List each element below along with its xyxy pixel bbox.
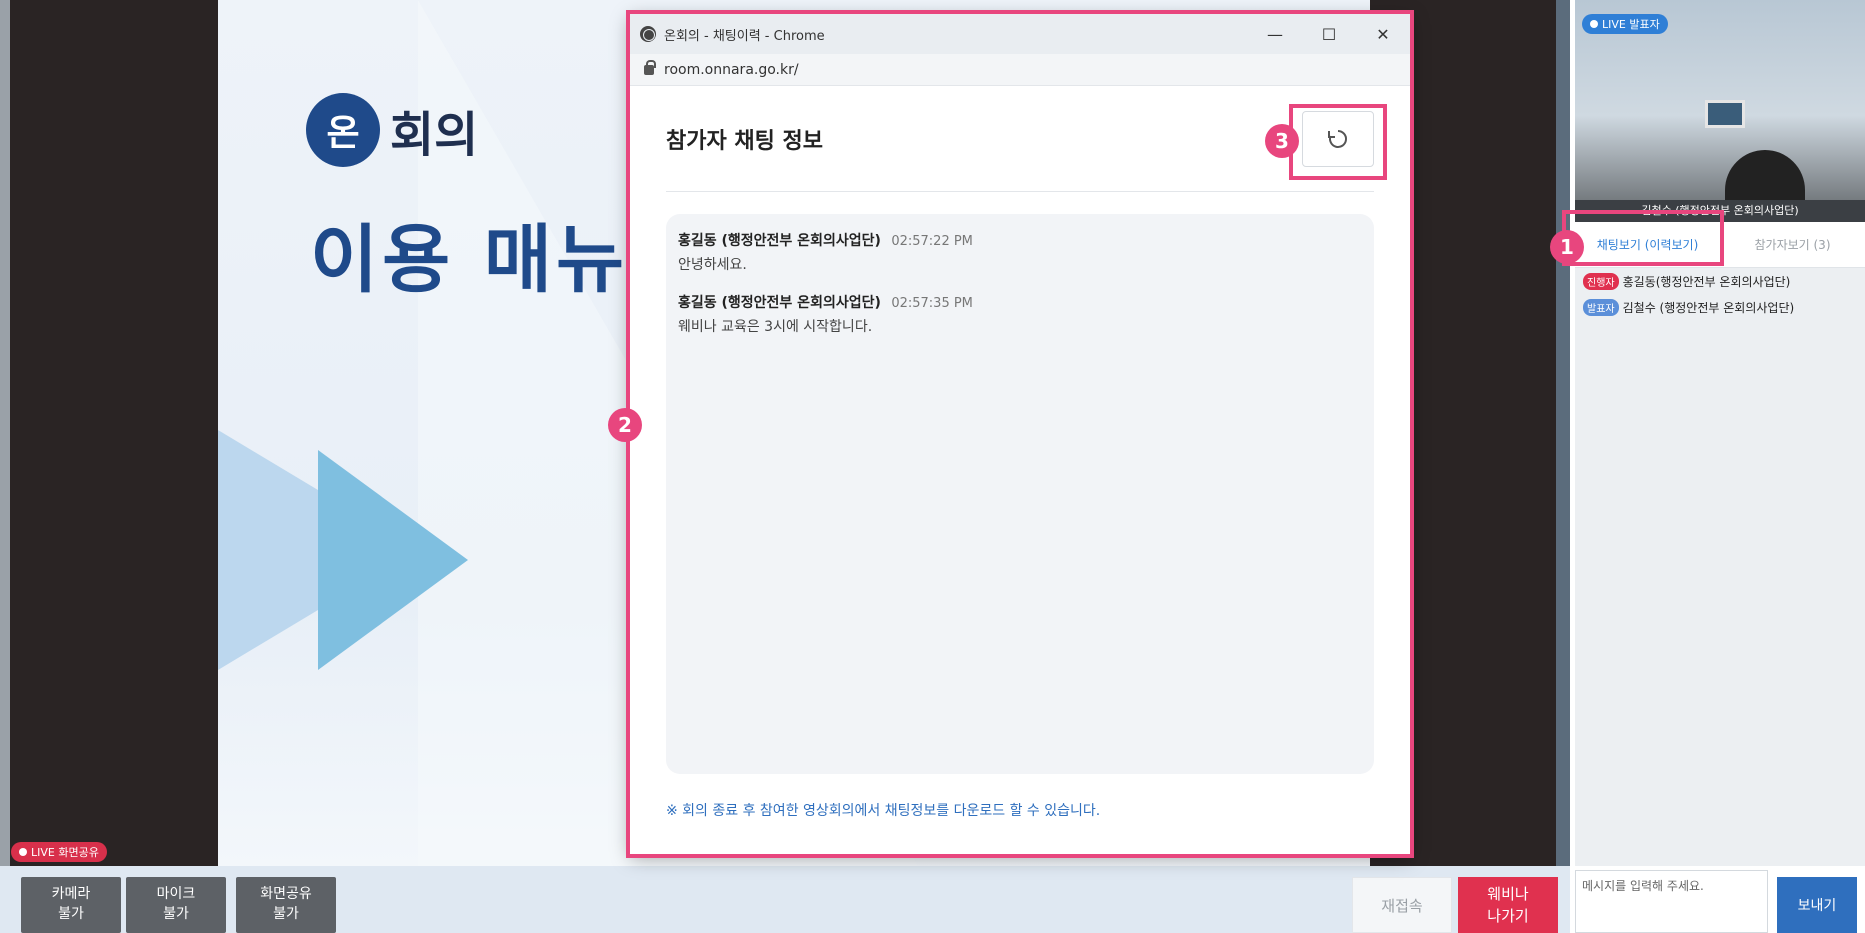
presenter-badge: 발표자 (1583, 298, 1619, 316)
live-share-label: LIVE 화면공유 (31, 846, 99, 859)
mic-button[interactable]: 마이크 불가 (126, 877, 226, 933)
left-strip (0, 0, 10, 866)
live-presenter-label: LIVE 발표자 (1602, 18, 1660, 31)
panel-divider (1556, 0, 1570, 866)
camera-state: 불가 (58, 906, 84, 922)
participant-item: 발표자 김철수 (행정안전부 온회의사업단) (1575, 294, 1865, 320)
reconnect-button[interactable]: 재접속 (1352, 877, 1452, 933)
mic-state: 불가 (163, 906, 189, 922)
host-badge: 진행자 (1583, 272, 1619, 290)
message-input[interactable]: 메시지를 입력해 주세요. (1575, 870, 1768, 933)
participant-item: 진행자 홍길동(행정안전부 온회의사업단) (1575, 268, 1865, 294)
screen-share-label: 화면공유 (260, 886, 312, 902)
callout-badge-3: 3 (1265, 124, 1299, 158)
screen-share-button[interactable]: 화면공유 불가 (236, 877, 336, 933)
live-share-badge: LIVE 화면공유 (11, 842, 107, 862)
tab-participants[interactable]: 참가자보기 (3) (1720, 222, 1865, 267)
live-presenter-badge: LIVE 발표자 (1582, 14, 1668, 34)
live-dot-icon (19, 848, 27, 856)
slide-title: 이용 매뉴 (310, 217, 629, 303)
camera-label: 카메라 (51, 886, 91, 902)
leave-label-1: 웨비나 (1487, 885, 1529, 903)
slide-logo: 온 회의 (306, 93, 478, 167)
send-button[interactable]: 보내기 (1777, 877, 1857, 933)
screen-share-state: 불가 (273, 906, 299, 922)
participant-name: 홍길동(행정안전부 온회의사업단) (1622, 274, 1791, 289)
video-wall-frame (1705, 100, 1745, 128)
live-dot-icon (1590, 20, 1598, 28)
logo-text: 회의 (390, 107, 479, 163)
mic-label: 마이크 (156, 886, 196, 902)
leave-webinar-button[interactable]: 웨비나 나가기 (1458, 877, 1558, 933)
callout-badge-2: 2 (608, 408, 642, 442)
camera-button[interactable]: 카메라 불가 (21, 877, 121, 933)
leave-label-2: 나가기 (1487, 907, 1529, 925)
participant-name: 김철수 (행정안전부 온회의사업단) (1622, 300, 1795, 315)
slide-triangle-dark (318, 450, 468, 670)
logo-mark: 온 (306, 93, 380, 167)
callout-box-3 (1289, 104, 1387, 180)
callout-badge-1: 1 (1550, 230, 1584, 264)
participant-list: 진행자 홍길동(행정안전부 온회의사업단) 발표자 김철수 (행정안전부 온회의… (1575, 268, 1865, 866)
callout-box-1 (1562, 210, 1724, 266)
